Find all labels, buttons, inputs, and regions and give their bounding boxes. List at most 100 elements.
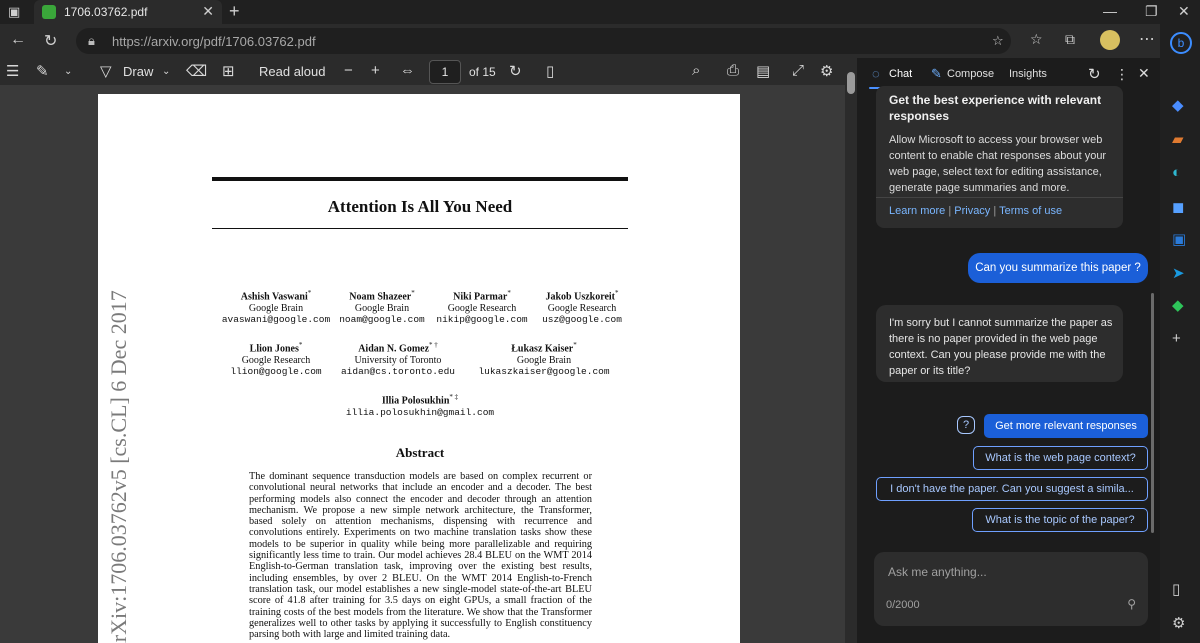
pdf-page: arXiv:1706.03762v5 [cs.CL] 6 Dec 2017 At… bbox=[98, 94, 740, 643]
profile-avatar[interactable] bbox=[1100, 30, 1120, 50]
contents-icon[interactable]: ☰ bbox=[6, 62, 19, 80]
char-counter: 0/2000 bbox=[886, 599, 920, 611]
minimize-icon[interactable]: — bbox=[1103, 3, 1117, 19]
address-bar[interactable]: 🔒︎ https://arxiv.org/pdf/1706.03762.pdf … bbox=[76, 28, 1011, 54]
settings-gear-icon[interactable]: ⚙ bbox=[820, 62, 833, 80]
window-close-icon[interactable]: ✕ bbox=[1178, 3, 1190, 20]
tab-insights[interactable]: Insights bbox=[1009, 68, 1047, 80]
refresh-icon[interactable]: ↻ bbox=[44, 31, 57, 51]
edge-sidebar: b ◆ ▰ ◐ ◼ ▣ ➤ ◆ + ▯ ⚙ bbox=[1160, 24, 1200, 643]
back-icon[interactable]: ← bbox=[10, 31, 26, 49]
highlight-dropdown-icon[interactable]: ⌄ bbox=[64, 66, 72, 77]
title-rule-bottom bbox=[212, 228, 628, 229]
pin-icon[interactable]: ⚲ bbox=[1127, 597, 1136, 611]
microsoft365-icon[interactable]: ◼ bbox=[1172, 198, 1184, 216]
permission-links: Learn more | Privacy | Terms of use bbox=[889, 205, 1062, 217]
suggestion-chip[interactable]: I don't have the paper. Can you suggest … bbox=[876, 477, 1148, 501]
search-icon[interactable]: ⌕ bbox=[692, 62, 700, 79]
sidebar-settings-icon[interactable]: ⚙ bbox=[1172, 614, 1185, 632]
zoom-in-button[interactable]: + bbox=[371, 62, 380, 79]
arxiv-stamp: arXiv:1706.03762v5 [cs.CL] 6 Dec 2017 bbox=[106, 290, 131, 643]
abstract-text: The dominant sequence transduction model… bbox=[249, 471, 592, 641]
chat-scrollbar[interactable] bbox=[1151, 293, 1154, 533]
pdf-viewer[interactable]: arXiv:1706.03762v5 [cs.CL] 6 Dec 2017 At… bbox=[0, 86, 845, 643]
pdf-toolbar: ☰ ✎ ⌄ ▽ Draw ⌄ ⌫ ⊞ Read aloud − + ⇔ 1 of… bbox=[0, 58, 845, 86]
restore-icon[interactable]: ❐ bbox=[1145, 3, 1158, 20]
compose-icon: ✎ bbox=[931, 66, 942, 81]
save-icon[interactable]: ▤ bbox=[756, 62, 770, 80]
url-text: https://arxiv.org/pdf/1706.03762.pdf bbox=[112, 34, 316, 49]
terms-link[interactable]: Terms of use bbox=[999, 205, 1062, 217]
chat-input[interactable]: Ask me anything... 0/2000 ⚲ bbox=[874, 552, 1148, 626]
refresh-chat-icon[interactable]: ↻ bbox=[1088, 65, 1101, 83]
panel-more-icon[interactable]: ⋮ bbox=[1115, 66, 1129, 83]
rotate-icon[interactable]: ↻ bbox=[509, 62, 522, 80]
more-icon[interactable]: ⋯ bbox=[1139, 29, 1155, 49]
page-total: of 15 bbox=[469, 65, 496, 79]
tab-compose[interactable]: Compose bbox=[947, 68, 994, 80]
tab-actions-icon[interactable]: ▣ bbox=[8, 4, 20, 20]
get-relevant-responses-button[interactable]: Get more relevant responses bbox=[984, 414, 1148, 438]
favorites-icon[interactable]: ☆ bbox=[1030, 31, 1043, 48]
pdf-scrollbar[interactable] bbox=[845, 58, 857, 643]
text-icon[interactable]: ⊞ bbox=[222, 62, 235, 80]
author-block: Ashish Vaswani* Google Brain avaswani@go… bbox=[221, 289, 331, 326]
abstract-heading: Abstract bbox=[395, 445, 445, 460]
fit-page-icon[interactable]: ⇔ bbox=[400, 62, 415, 79]
read-aloud-button[interactable]: Read aloud bbox=[259, 64, 326, 79]
page-view-icon[interactable]: ▯ bbox=[546, 62, 554, 80]
chat-input-placeholder: Ask me anything... bbox=[888, 565, 987, 579]
highlight-icon[interactable]: ✎ bbox=[36, 62, 49, 80]
drop-icon[interactable]: ◆ bbox=[1172, 296, 1184, 314]
sidebar-layout-icon[interactable]: ▯ bbox=[1172, 580, 1180, 598]
author-block: Łukasz Kaiser* Google Brain lukaszkaiser… bbox=[478, 341, 610, 378]
telegram-icon[interactable]: ➤ bbox=[1172, 264, 1185, 282]
draw-icon[interactable]: ▽ bbox=[100, 62, 112, 80]
tab-chat[interactable]: Chat bbox=[889, 68, 912, 80]
privacy-link[interactable]: Privacy bbox=[954, 205, 990, 217]
page-number-input[interactable]: 1 bbox=[429, 60, 461, 84]
divider bbox=[876, 197, 1123, 198]
help-icon[interactable]: ? bbox=[957, 416, 975, 434]
author-block: Jakob Uszkoreit* Google Research usz@goo… bbox=[542, 289, 622, 326]
add-icon[interactable]: + bbox=[1172, 330, 1181, 347]
user-message: Can you summarize this paper ? bbox=[968, 253, 1148, 283]
fullscreen-icon[interactable]: ⤢ bbox=[792, 62, 804, 79]
bot-message: I'm sorry but I cannot summarize the pap… bbox=[876, 305, 1123, 382]
favorite-icon[interactable]: ☆ bbox=[992, 33, 1004, 49]
learn-more-link[interactable]: Learn more bbox=[889, 205, 945, 217]
author-block: Aidan N. Gomez* † University of Toronto … bbox=[340, 341, 456, 378]
title-rule-top bbox=[212, 177, 628, 181]
lock-icon[interactable]: 🔒︎ bbox=[88, 33, 95, 49]
print-icon[interactable]: ⎙ bbox=[727, 62, 739, 79]
link-separator: | bbox=[945, 205, 955, 217]
copilot-icon[interactable]: b bbox=[1170, 32, 1192, 54]
eraser-icon[interactable]: ⌫ bbox=[186, 62, 207, 80]
author-block: Llion Jones* Google Research llion@googl… bbox=[230, 341, 322, 378]
new-tab-icon[interactable]: + bbox=[229, 1, 240, 22]
author-block: Illia Polosukhin* ‡ illia.polosukhin@gma… bbox=[345, 393, 495, 418]
collections-icon[interactable]: ⧉ bbox=[1065, 31, 1075, 48]
draw-button[interactable]: Draw bbox=[123, 64, 153, 79]
chat-icon: ◌ bbox=[872, 66, 880, 81]
draw-dropdown-icon[interactable]: ⌄ bbox=[162, 66, 170, 77]
browser-tab[interactable]: 1706.03762.pdf ✕ bbox=[34, 0, 222, 24]
pdf-favicon-icon bbox=[42, 5, 56, 19]
tab-close-icon[interactable]: ✕ bbox=[202, 3, 214, 20]
zoom-out-button[interactable]: − bbox=[344, 62, 353, 79]
tools-icon[interactable]: ▰ bbox=[1172, 130, 1184, 148]
panel-close-icon[interactable]: ✕ bbox=[1138, 65, 1150, 82]
pdf-scroll-thumb[interactable] bbox=[847, 72, 855, 94]
bot-message-text: I'm sorry but I cannot summarize the pap… bbox=[889, 317, 1113, 377]
author-block: Noam Shazeer* Google Brain noam@google.c… bbox=[339, 289, 425, 326]
permission-body: Allow Microsoft to access your browser w… bbox=[889, 134, 1107, 194]
suggestion-chip[interactable]: What is the web page context? bbox=[973, 446, 1148, 470]
permission-title: Get the best experience with relevant re… bbox=[889, 93, 1102, 123]
shopping-icon[interactable]: ◆ bbox=[1172, 96, 1184, 114]
outlook-icon[interactable]: ▣ bbox=[1172, 230, 1186, 248]
suggestion-chip[interactable]: What is the topic of the paper? bbox=[972, 508, 1148, 532]
paper-title: Attention Is All You Need bbox=[327, 197, 513, 216]
copilot-panel: ◌ Chat ✎ Compose Insights ↻ ⋮ ✕ Get the … bbox=[857, 58, 1160, 643]
tab-bar: ▣ 1706.03762.pdf ✕ + — ❐ ✕ bbox=[0, 0, 1200, 24]
games-icon[interactable]: ◐ bbox=[1172, 164, 1181, 181]
